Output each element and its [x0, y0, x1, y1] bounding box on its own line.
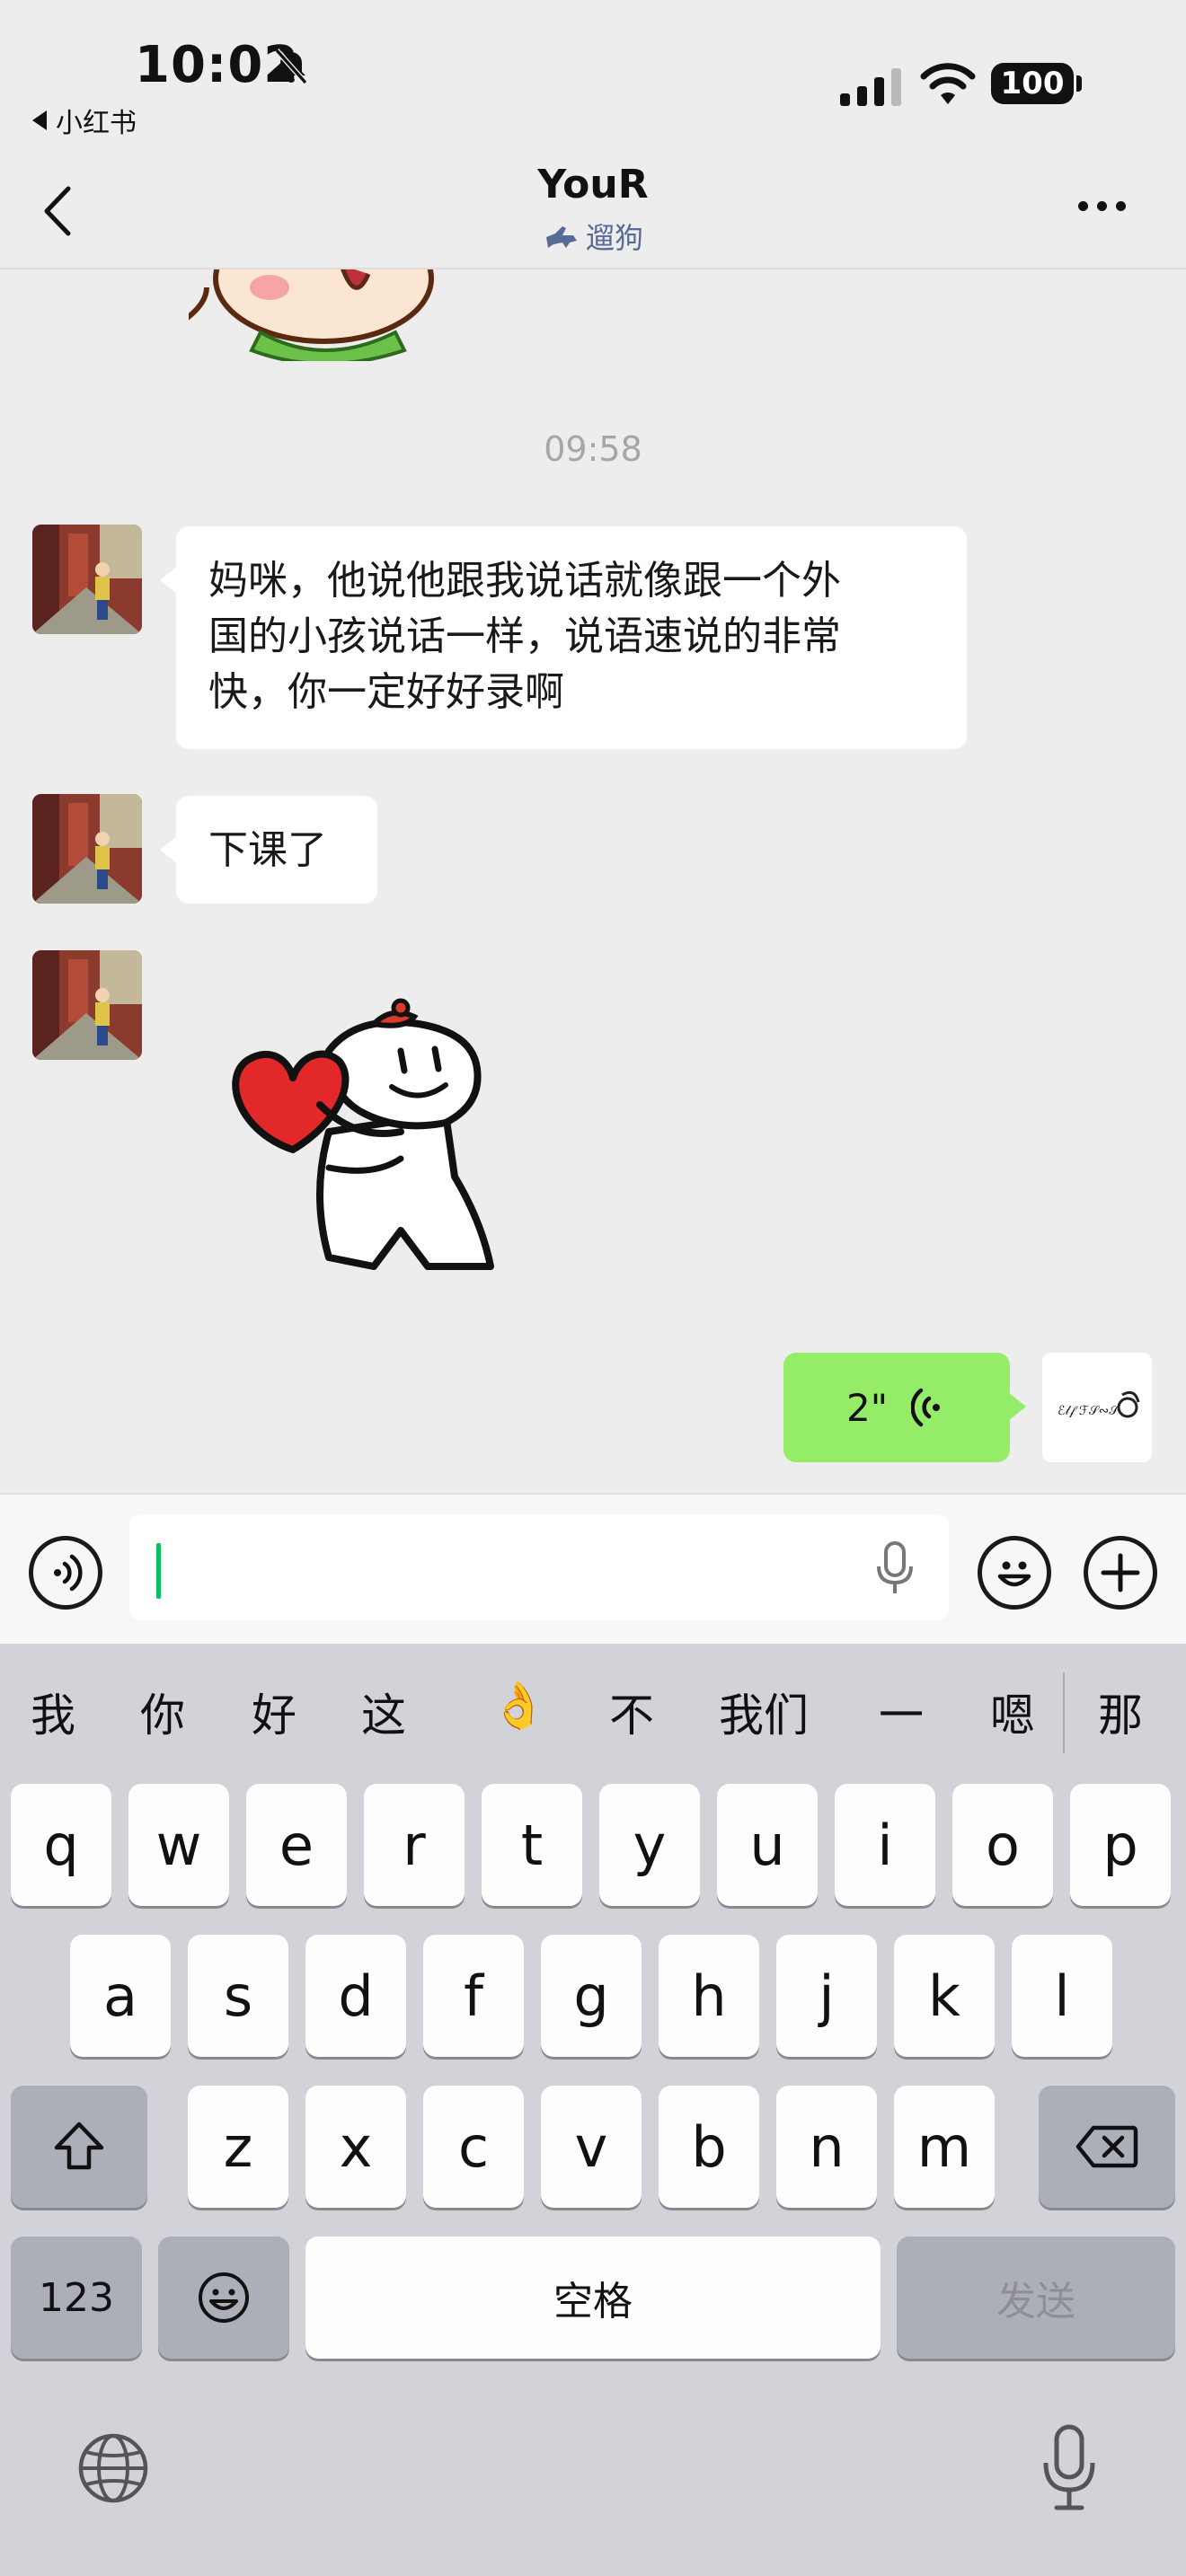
contact-avatar[interactable]: [32, 950, 142, 1060]
key-r[interactable]: r: [364, 1784, 465, 1906]
message-input-bar: [0, 1493, 1186, 1644]
key-p[interactable]: p: [1070, 1784, 1171, 1906]
delete-key[interactable]: [1039, 2086, 1175, 2208]
key-q[interactable]: q: [11, 1784, 111, 1906]
key-d[interactable]: d: [305, 1935, 406, 2057]
emoji-face-icon: [997, 1561, 1031, 1587]
key-i[interactable]: i: [835, 1784, 935, 1906]
key-o[interactable]: o: [952, 1784, 1053, 1906]
cellular-signal-icon: [840, 65, 901, 106]
key-t[interactable]: t: [482, 1784, 582, 1906]
candidate-word[interactable]: 👌: [491, 1680, 546, 1733]
key-s[interactable]: s: [188, 1935, 288, 2057]
text-caret: [156, 1543, 161, 1599]
my-avatar[interactable]: ℰ𝓁𝒻 ℱ𝒮∾𝒮: [1042, 1353, 1152, 1462]
voice-duration: 2": [845, 1385, 889, 1430]
shift-key[interactable]: [11, 2086, 147, 2208]
message-timestamp: 09:58: [544, 429, 642, 469]
key-c[interactable]: c: [423, 2086, 524, 2208]
mic-icon[interactable]: [875, 1541, 915, 1595]
backspace-icon: [1075, 2125, 1138, 2168]
back-app-label: 小红书: [56, 108, 137, 139]
message-text-input[interactable]: [129, 1514, 949, 1620]
contact-avatar[interactable]: [32, 794, 142, 904]
candidate-bar: 我 你 好 这 👌 不 我们 一 嗯 那: [0, 1644, 1186, 1778]
message-bubble[interactable]: 妈咪，他说他跟我说话就像跟一个外 国的小孩说话一样，说语速说的非常 快，你一定好…: [160, 526, 967, 749]
battery-indicator: 100: [991, 63, 1074, 104]
bell-muted-icon: [274, 49, 308, 84]
candidate-divider: [1063, 1672, 1065, 1753]
walking-dog-icon: [545, 226, 577, 248]
candidate-word[interactable]: 一: [879, 1680, 924, 1744]
key-f[interactable]: f: [423, 1935, 524, 2057]
globe-icon[interactable]: [75, 2430, 151, 2506]
bear-heart-sticker[interactable]: [221, 997, 518, 1284]
emoji-face-icon: [199, 2272, 249, 2323]
candidate-word[interactable]: 不: [609, 1680, 654, 1744]
candidate-word[interactable]: 嗯: [990, 1680, 1035, 1744]
svg-text:ℰ𝓁𝒻 ℱ𝒮∾𝒮: ℰ𝓁𝒻 ℱ𝒮∾𝒮: [1058, 1404, 1120, 1418]
space-key[interactable]: 空格: [305, 2236, 881, 2359]
key-n[interactable]: n: [776, 2086, 877, 2208]
cartoon-sticker-partial: [189, 269, 434, 361]
chat-header: YouR 遛狗: [0, 144, 1186, 269]
dictation-mic-icon[interactable]: [1040, 2423, 1098, 2513]
avatar-photo: [32, 525, 142, 634]
candidate-word[interactable]: 这: [361, 1680, 406, 1744]
key-g[interactable]: g: [541, 1935, 642, 2057]
key-h[interactable]: h: [659, 1935, 759, 2057]
candidate-word[interactable]: 我: [31, 1680, 75, 1744]
contact-avatar[interactable]: [32, 525, 142, 634]
chat-screen: 10:02 小红书 100 YouR 遛狗 09:58 妈咪，他说他跟我说话就像…: [0, 0, 1186, 2576]
key-l[interactable]: l: [1012, 1935, 1112, 2057]
voice-message-bubble[interactable]: 2": [783, 1353, 1026, 1462]
emoji-key[interactable]: [158, 2236, 289, 2359]
avatar-photo: [32, 794, 142, 904]
back-triangle-icon: [32, 110, 47, 130]
candidate-word[interactable]: 好: [252, 1680, 296, 1744]
emoji-button[interactable]: [978, 1536, 1051, 1610]
more-actions-button[interactable]: [1084, 1536, 1157, 1610]
message-bubble[interactable]: 下课了: [160, 796, 377, 904]
key-u[interactable]: u: [717, 1784, 818, 1906]
chat-status-label: 遛狗: [585, 221, 643, 255]
voice-mode-button[interactable]: [29, 1536, 102, 1610]
key-y[interactable]: y: [599, 1784, 700, 1906]
avatar-logo: ℰ𝓁𝒻 ℱ𝒮∾𝒮: [1058, 1390, 1140, 1418]
key-j[interactable]: j: [776, 1935, 877, 2057]
candidate-word[interactable]: 那: [1098, 1680, 1143, 1744]
candidate-word[interactable]: 你: [140, 1680, 185, 1744]
key-k[interactable]: k: [894, 1935, 995, 2057]
wifi-icon: [920, 63, 976, 104]
chat-title: YouR: [537, 162, 649, 207]
key-a[interactable]: a: [70, 1935, 171, 2057]
voice-mode-icon: [54, 1554, 83, 1592]
status-bar: 10:02 小红书 100: [0, 0, 1186, 144]
key-e[interactable]: e: [246, 1784, 347, 1906]
chat-status: 遛狗: [0, 216, 1186, 257]
more-options-button[interactable]: [1078, 201, 1126, 211]
key-m[interactable]: m: [894, 2086, 995, 2208]
key-v[interactable]: v: [541, 2086, 642, 2208]
key-z[interactable]: z: [188, 2086, 288, 2208]
shift-arrow-icon: [54, 2122, 104, 2170]
key-w[interactable]: w: [128, 1784, 229, 1906]
battery-tip: [1076, 75, 1082, 92]
voice-wave-icon: [911, 1388, 941, 1427]
plus-icon: [1101, 1553, 1140, 1592]
candidate-word[interactable]: 我们: [719, 1680, 809, 1744]
key-b[interactable]: b: [659, 2086, 759, 2208]
numbers-key[interactable]: 123: [11, 2236, 142, 2359]
send-key[interactable]: 发送: [897, 2236, 1175, 2359]
avatar-photo: [32, 950, 142, 1060]
key-x[interactable]: x: [305, 2086, 406, 2208]
back-to-app-link[interactable]: 小红书: [32, 101, 137, 140]
